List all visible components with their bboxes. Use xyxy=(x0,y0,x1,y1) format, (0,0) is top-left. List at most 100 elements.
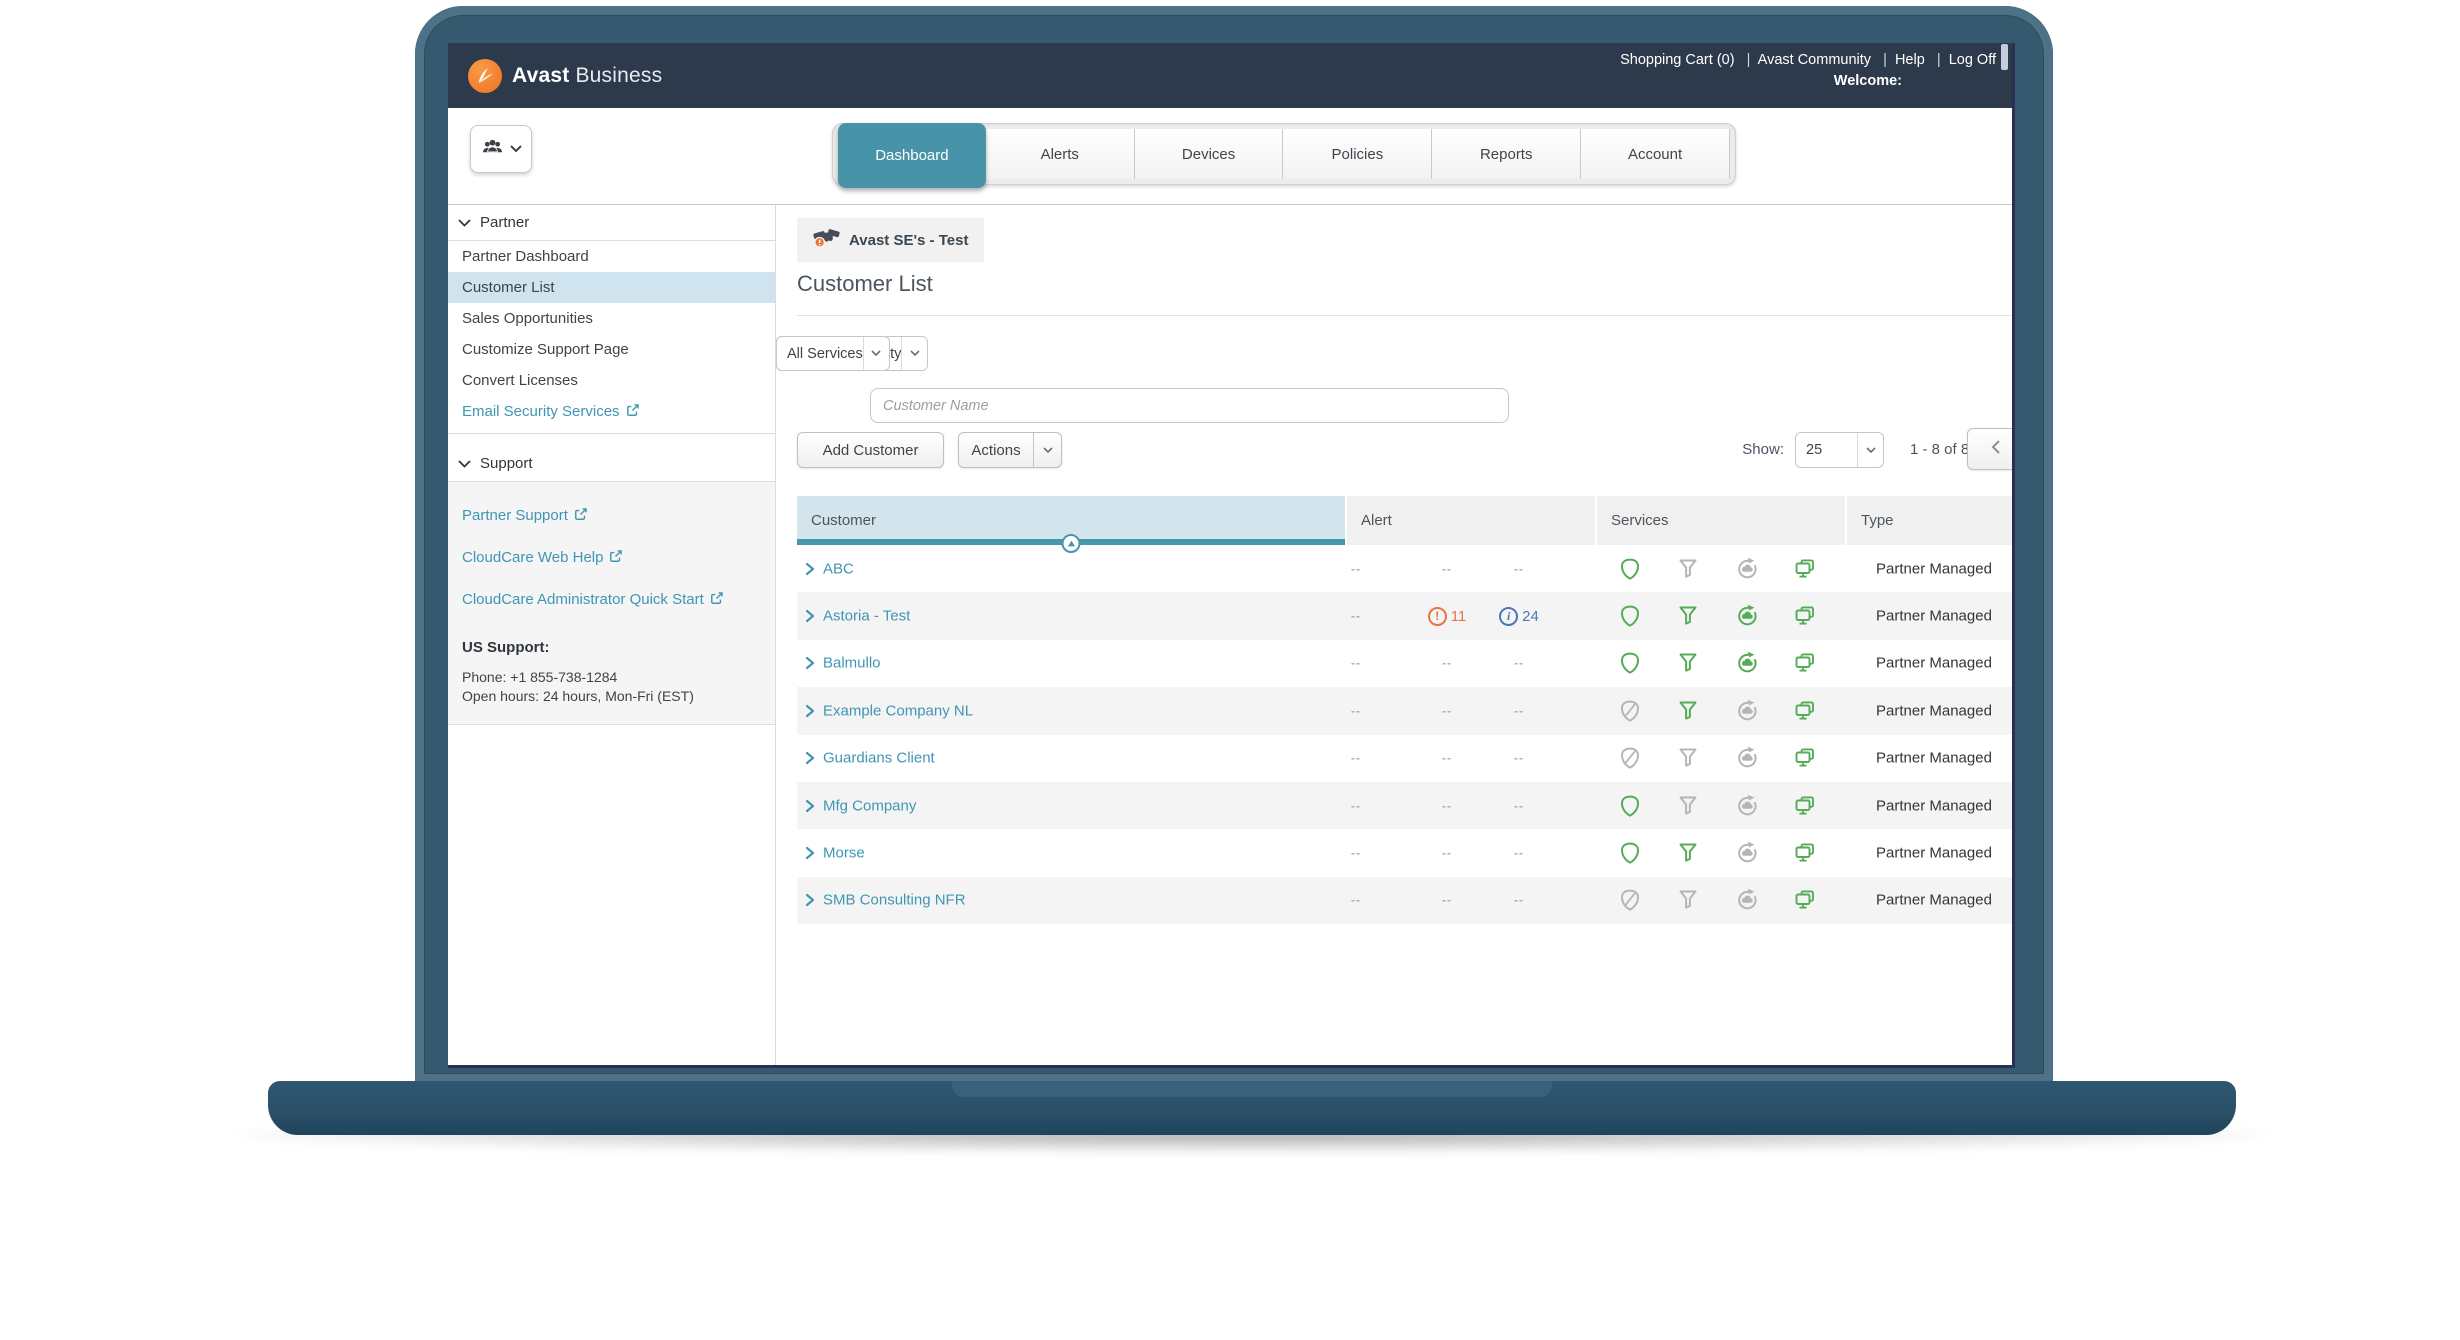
alert-cell: -- xyxy=(1487,640,1551,687)
alert-cell: -- xyxy=(1487,687,1551,734)
alert-cell: -- xyxy=(1415,782,1479,829)
chevron-down-icon xyxy=(510,140,522,158)
customer-name-link[interactable]: Balmullo xyxy=(823,655,881,672)
support-link[interactable]: Partner Support xyxy=(462,505,757,528)
customer-name-input[interactable] xyxy=(870,388,1509,423)
customer-type: Partner Managed xyxy=(1876,797,1992,814)
top-link[interactable]: Shopping Cart (0) xyxy=(1620,52,1734,68)
sidebar-section-partner[interactable]: Partner xyxy=(448,205,775,241)
organization-dropdown-button[interactable] xyxy=(470,125,532,173)
cloud-backup-sync-icon xyxy=(1735,557,1759,581)
chevron-down-icon[interactable] xyxy=(1033,433,1061,467)
alert-cell: -- xyxy=(1487,782,1551,829)
alert-cell: -- xyxy=(1487,877,1551,924)
customer-type: Partner Managed xyxy=(1876,608,1992,625)
antivirus-shield-icon xyxy=(1618,794,1642,818)
sidebar-section-support[interactable]: Support xyxy=(448,446,775,482)
table-row: Mfg Company -- -- -- xyxy=(797,782,2012,829)
alert-cell: -- xyxy=(1324,592,1388,639)
chevron-right-icon[interactable] xyxy=(803,799,817,813)
support-link[interactable]: CloudCare Web Help xyxy=(462,547,757,570)
support-hours: Open hours: 24 hours, Mon-Fri (EST) xyxy=(462,688,761,704)
sidebar-item[interactable]: Customer List xyxy=(448,272,775,303)
chevron-right-icon[interactable] xyxy=(803,751,817,765)
external-link-icon xyxy=(573,507,588,528)
nav-tab[interactable]: Policies xyxy=(1283,129,1432,179)
customer-name-link[interactable]: Morse xyxy=(823,845,865,862)
customer-name-link[interactable]: Astoria - Test xyxy=(823,608,910,625)
handshake-icon xyxy=(813,226,840,254)
alert-cell: -- xyxy=(1415,829,1479,876)
alert-cell: -- xyxy=(1487,735,1551,782)
page-size-select[interactable]: 25 xyxy=(1795,432,1884,468)
antivirus-shield-icon xyxy=(1618,604,1642,628)
primary-tabs: Dashboard Alerts Devices Policies xyxy=(832,123,1736,185)
nav-tab[interactable]: Devices xyxy=(1135,129,1284,179)
welcome-text: Welcome: xyxy=(1620,73,1996,89)
laptop-mockup-stage: Avast Business Shopping Cart (0) Avast C… xyxy=(0,0,2460,1340)
alert-cell: -- xyxy=(1324,545,1388,592)
managed-devices-icon xyxy=(1793,841,1817,865)
sidebar-item[interactable]: Email Security Services xyxy=(448,396,775,427)
support-link[interactable]: CloudCare Administrator Quick Start xyxy=(462,589,757,612)
cloud-backup-sync-icon xyxy=(1735,746,1759,770)
nav-tab[interactable]: Account xyxy=(1581,129,1730,179)
sidebar-spacer xyxy=(448,434,775,446)
chevron-right-icon[interactable] xyxy=(803,609,817,623)
chevron-right-icon[interactable] xyxy=(803,656,817,670)
managed-devices-icon xyxy=(1793,604,1817,628)
customer-name-link[interactable]: Example Company NL xyxy=(823,702,973,719)
column-header-alert[interactable]: Alert xyxy=(1347,496,1595,545)
sidebar: Partner Partner Dashboard xyxy=(448,205,776,1065)
sidebar-item[interactable]: Customize Support Page xyxy=(448,334,775,365)
sidebar-item[interactable]: Partner Dashboard xyxy=(448,241,775,272)
cloud-backup-sync-icon xyxy=(1735,699,1759,723)
antivirus-shield-icon xyxy=(1618,651,1642,675)
column-header-customer[interactable]: Customer xyxy=(797,496,1345,545)
alert-cell: -- xyxy=(1415,735,1479,782)
sidebar-item[interactable]: Convert Licenses xyxy=(448,365,775,396)
previous-page-button[interactable] xyxy=(1967,428,2012,470)
app-screen: Avast Business Shopping Cart (0) Avast C… xyxy=(448,43,2015,1068)
customer-name-link[interactable]: ABC xyxy=(823,560,854,577)
sidebar-item[interactable]: Sales Opportunities xyxy=(448,303,775,334)
top-link[interactable]: Help xyxy=(1875,52,1925,68)
managed-devices-icon xyxy=(1793,794,1817,818)
column-header-type[interactable]: Type xyxy=(1847,496,2012,545)
scrollbar-thumb[interactable] xyxy=(2001,44,2008,70)
chevron-down-icon xyxy=(458,214,471,231)
main-panel: Avast SE's - Test Customer List Filter b… xyxy=(776,205,2012,1065)
customer-name-link[interactable]: Guardians Client xyxy=(823,750,935,767)
customer-name-link[interactable]: SMB Consulting NFR xyxy=(823,892,966,909)
breadcrumb[interactable]: Avast SE's - Test xyxy=(797,218,984,262)
customer-type: Partner Managed xyxy=(1876,702,1992,719)
customer-name-link[interactable]: Mfg Company xyxy=(823,797,916,814)
content-filter-icon xyxy=(1676,604,1700,628)
table-row: Balmullo -- -- -- xyxy=(797,640,2012,687)
add-customer-button[interactable]: Add Customer xyxy=(797,432,944,468)
table-row: Morse -- -- -- xyxy=(797,829,2012,876)
top-link[interactable]: Log Off xyxy=(1929,52,1996,68)
alert-cell: -- xyxy=(1324,640,1388,687)
antivirus-shield-icon xyxy=(1618,888,1642,912)
nav-tab[interactable]: Dashboard xyxy=(838,123,986,188)
chevron-right-icon[interactable] xyxy=(803,846,817,860)
chevron-right-icon[interactable] xyxy=(803,893,817,907)
actions-button[interactable]: Actions xyxy=(958,432,1062,468)
alert-cell: i 24 xyxy=(1487,592,1551,639)
chevron-right-icon[interactable] xyxy=(803,562,817,576)
alert-cell: -- xyxy=(1415,545,1479,592)
laptop-base xyxy=(268,1081,2236,1135)
partner-menu: Partner Dashboard Customer List xyxy=(448,241,775,434)
nav-tab[interactable]: Reports xyxy=(1432,129,1581,179)
sort-up-icon[interactable] xyxy=(1062,534,1081,553)
pagination-range: 1 - 8 of 8 xyxy=(1910,432,1969,468)
filter-select[interactable]: All Services xyxy=(776,336,890,371)
chevron-right-icon[interactable] xyxy=(803,704,817,718)
nav-tab[interactable]: Alerts xyxy=(986,129,1135,179)
customer-type: Partner Managed xyxy=(1876,560,1992,577)
antivirus-shield-icon xyxy=(1618,746,1642,770)
customer-type: Partner Managed xyxy=(1876,845,1992,862)
column-header-services[interactable]: Services xyxy=(1597,496,1845,545)
top-link[interactable]: Avast Community xyxy=(1739,52,1871,68)
